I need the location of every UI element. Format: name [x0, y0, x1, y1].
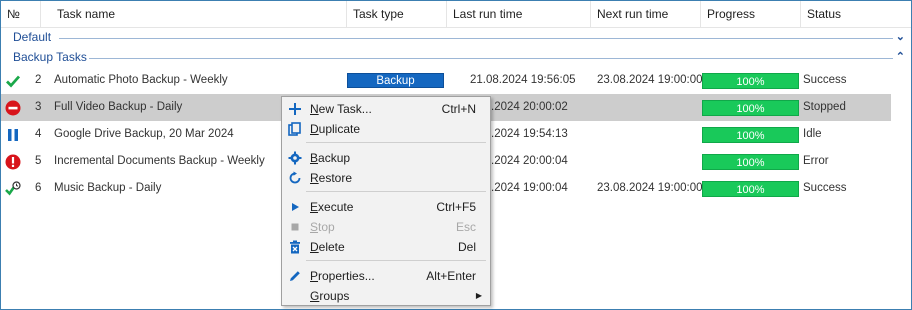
menu-item-new-task[interactable]: New Task... Ctrl+N [284, 99, 488, 119]
group-backup-label: Backup Tasks [13, 50, 87, 64]
play-icon [292, 203, 299, 211]
row-task-name: Automatic Photo Backup - Weekly [54, 74, 228, 86]
menu-item-delete[interactable]: Delete Del [284, 237, 488, 257]
column-last-run[interactable]: Last run time [447, 1, 591, 27]
group-divider [59, 38, 893, 39]
scheduled-check-icon [5, 181, 21, 196]
stop-square-icon [291, 223, 299, 231]
row-last-run: 21.08.2024 19:56:05 [470, 74, 576, 86]
pencil-icon [290, 271, 300, 281]
row-status: Error [803, 155, 829, 167]
plus-icon [289, 103, 301, 115]
task-list-window: № Task name Task type Last run time Next… [0, 0, 912, 310]
pause-icon [8, 129, 18, 141]
task-type-badge: Backup [347, 73, 444, 88]
trash-icon [290, 240, 300, 254]
row-status: Idle [803, 128, 822, 140]
row-last-run: .2024 19:54:13 [491, 128, 568, 140]
row-next-run: 23.08.2024 19:00:00 [597, 182, 703, 194]
context-menu: New Task... Ctrl+N Duplicate Backup Rest… [281, 96, 491, 306]
column-task-type[interactable]: Task type [347, 1, 447, 27]
row-status: Stopped [803, 101, 846, 113]
chevron-up-icon[interactable]: ⌃ [896, 50, 905, 63]
restore-icon [289, 171, 301, 184]
stop-icon [5, 100, 21, 116]
row-num: 6 [35, 182, 42, 194]
duplicate-icon [288, 122, 301, 136]
row-num: 3 [35, 101, 42, 113]
group-default-label: Default [13, 30, 52, 44]
menu-separator [306, 260, 486, 261]
group-default[interactable]: Default ⌄ [1, 28, 911, 48]
row-num: 4 [35, 128, 42, 140]
row-num: 5 [35, 155, 42, 167]
row-last-run: .2024 20:00:02 [491, 101, 568, 113]
menu-item-stop: Stop Esc [284, 217, 488, 237]
gear-icon [288, 151, 302, 165]
column-status[interactable]: Status [801, 1, 911, 27]
submenu-arrow-icon: ▶ [475, 291, 482, 300]
row-status: Success [803, 74, 847, 86]
error-icon [5, 154, 21, 170]
column-header: № Task name Task type Last run time Next… [1, 1, 911, 28]
menu-separator [306, 191, 486, 192]
menu-item-duplicate[interactable]: Duplicate [284, 119, 488, 139]
shortcut: Ctrl+N [441, 102, 476, 116]
check-icon [6, 75, 21, 88]
menu-item-execute[interactable]: Execute Ctrl+F5 [284, 197, 488, 217]
menu-item-restore[interactable]: Restore [284, 168, 488, 188]
group-backup-tasks[interactable]: Backup Tasks ⌃ [1, 48, 911, 68]
progress-bar: 100% [702, 154, 799, 170]
shortcut: Alt+Enter [426, 269, 476, 283]
progress-bar: 100% [702, 100, 799, 116]
shortcut: Del [457, 240, 476, 254]
row-task-name: Music Backup - Daily [54, 182, 162, 194]
menu-item-properties[interactable]: Properties... Alt+Enter [284, 266, 488, 286]
row-last-run: .2024 20:00:04 [491, 155, 568, 167]
row-task-name: Full Video Backup - Daily [54, 101, 183, 113]
shortcut: Esc [455, 220, 476, 234]
column-num[interactable]: № [1, 1, 41, 27]
menu-item-groups[interactable]: Groups ▶ [284, 286, 488, 306]
row-task-name: Incremental Documents Backup - Weekly [54, 155, 265, 167]
menu-separator [306, 142, 486, 143]
row-status: Success [803, 182, 847, 194]
column-task-name[interactable]: Task name [51, 1, 347, 27]
menu-item-backup[interactable]: Backup [284, 148, 488, 168]
row-num: 2 [35, 74, 42, 86]
column-next-run[interactable]: Next run time [591, 1, 701, 27]
group-divider [89, 58, 893, 59]
chevron-down-icon[interactable]: ⌄ [896, 30, 905, 43]
row-next-run: 23.08.2024 19:00:00 [597, 74, 703, 86]
progress-bar: 100% [702, 181, 799, 197]
progress-bar: 100% [702, 127, 799, 143]
row-task-name: Google Drive Backup, 20 Mar 2024 [54, 128, 234, 140]
progress-bar: 100% [702, 73, 799, 89]
column-progress[interactable]: Progress [701, 1, 801, 27]
shortcut: Ctrl+F5 [436, 200, 476, 214]
row-last-run: .2024 19:00:04 [491, 182, 568, 194]
table-row[interactable]: 2 Automatic Photo Backup - Weekly Backup… [1, 67, 891, 94]
